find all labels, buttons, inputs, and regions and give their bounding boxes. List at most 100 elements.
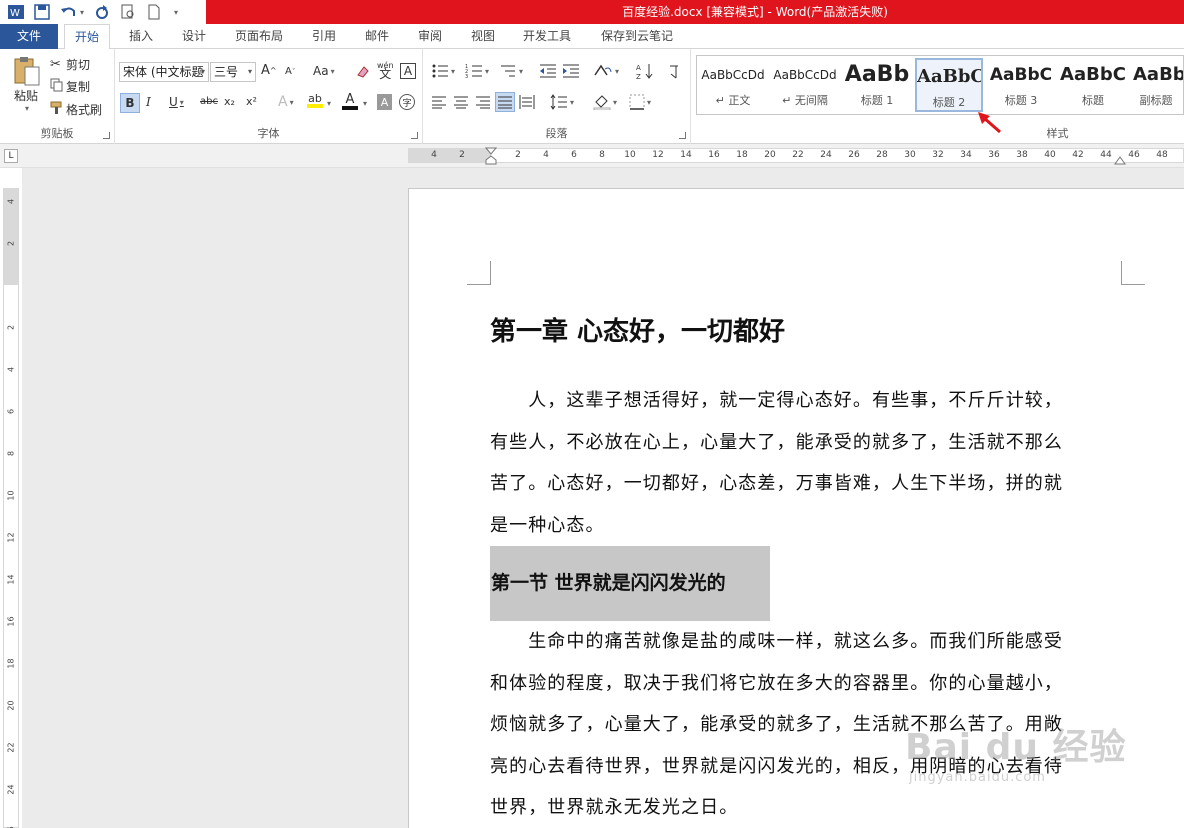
font-color-button[interactable]: A — [342, 93, 358, 110]
customize-qat-icon[interactable]: ▾ — [170, 2, 180, 22]
heading-chapter-1[interactable]: 第一章 心态好，一切都好 — [490, 312, 785, 352]
cut-button[interactable]: ✂ 剪切 — [50, 56, 90, 73]
tab-home[interactable]: 开始 — [64, 24, 111, 50]
align-left-button[interactable] — [431, 95, 447, 109]
paragraph-1[interactable]: 人，这辈子想活得好，就一定得心态好。有些事，不斤斤计较， 有些人，不必放在心上，… — [490, 380, 1120, 546]
first-line-indent-marker-icon[interactable] — [485, 147, 497, 165]
enclose-characters-button[interactable]: 字 — [399, 94, 415, 110]
font-family-select[interactable]: 宋体 (中文标题 ▾ — [119, 62, 209, 82]
font-color-dropdown-icon[interactable]: ▾ — [363, 99, 367, 108]
highlight-icon: ab — [308, 92, 322, 105]
italic-button[interactable]: I — [146, 95, 151, 109]
ruler-tick-label: 32 — [932, 150, 944, 160]
paragraph-group-label: 段落 — [545, 127, 568, 140]
crop-mark-top-right — [1121, 261, 1145, 285]
ribbon: 粘贴 ▾ ✂ 剪切 复制 格式刷 剪贴板 宋体 (中文标题 ▾ 三号 ▾ A ^… — [0, 49, 1184, 144]
heading-section-1-selected[interactable]: 第一节 世界就是闪闪发光的 — [490, 546, 770, 621]
horizontal-ruler-strip[interactable]: 4 2 2 4 6 8 10 12 14 16 18 20 22 24 26 28 30 32 34 36 38 40 42… — [408, 147, 1184, 165]
increase-indent-button[interactable] — [562, 63, 580, 79]
strikethrough-button[interactable]: abc — [200, 96, 218, 107]
font-launcher-icon[interactable] — [411, 132, 418, 139]
clipboard-launcher-icon[interactable] — [103, 132, 110, 139]
style-subtitle[interactable]: AaBb 副标题 — [1129, 58, 1183, 112]
style-title[interactable]: AaBbC 标题 — [1059, 58, 1127, 112]
paste-icon — [14, 57, 40, 86]
shrink-font-button[interactable]: Aˇ — [285, 66, 295, 77]
paste-button[interactable]: 粘贴 ▾ — [8, 55, 44, 113]
show-marks-button[interactable] — [667, 62, 681, 80]
style-heading-1-sample: AaBb — [844, 62, 910, 87]
style-no-spacing[interactable]: AaBbCcDd ↵ 无间隔 — [771, 58, 839, 112]
multilevel-list-icon — [501, 65, 515, 77]
align-center-button[interactable] — [453, 95, 469, 109]
font-size-value: 三号 — [214, 65, 239, 79]
numbering-button[interactable]: 1 2 3 ▾ — [465, 63, 489, 79]
clear-formatting-button[interactable] — [355, 63, 371, 79]
copy-button[interactable]: 复制 — [50, 78, 90, 95]
tab-save-to-cloud-notes[interactable]: 保存到云笔记 — [601, 24, 673, 49]
font-size-select[interactable]: 三号 ▾ — [210, 62, 256, 82]
tab-review[interactable]: 审阅 — [418, 24, 442, 49]
redo-icon[interactable] — [92, 2, 112, 22]
style-heading-3[interactable]: AaBbC 标题 3 — [987, 58, 1055, 112]
bullets-button[interactable]: ▾ — [431, 63, 455, 79]
vertical-ruler-tick-label: 4 — [6, 198, 16, 205]
paragraph-shading-button[interactable]: ▾ — [593, 94, 617, 110]
tab-references[interactable]: 引用 — [312, 24, 336, 49]
underline-button[interactable]: U ▾ — [169, 95, 184, 109]
tab-view[interactable]: 视图 — [471, 24, 495, 49]
borders-icon — [629, 94, 645, 110]
grow-font-button[interactable]: A ^ — [261, 63, 277, 78]
save-icon[interactable] — [32, 2, 52, 22]
style-normal[interactable]: AaBbCcDd ↵ 正文 — [699, 58, 767, 112]
format-painter-button[interactable]: 格式刷 — [50, 101, 102, 118]
enclose-characters-icon: 字 — [402, 98, 412, 109]
tab-developer[interactable]: 开发工具 — [523, 24, 571, 49]
style-heading-2[interactable]: AaBbC 标题 2 — [915, 58, 983, 112]
tab-mailings[interactable]: 邮件 — [365, 24, 389, 49]
vertical-ruler[interactable]: 422468101214161820222426 — [3, 188, 19, 828]
quick-access-toolbar: W ▾ ▾ — [0, 0, 206, 24]
paste-dropdown-icon[interactable]: ▾ — [25, 104, 29, 113]
character-border-button[interactable]: A — [400, 63, 416, 79]
bold-button[interactable]: B — [120, 93, 140, 113]
paragraph-1-line: 有些人，不必放在心上，心量大了，能承受的就多了，生活就不那么 — [490, 431, 1063, 453]
chinese-layout-button[interactable]: ▾ — [593, 63, 619, 79]
highlight-button[interactable]: ab — [307, 93, 323, 108]
paragraph-launcher-icon[interactable] — [679, 132, 686, 139]
borders-button[interactable]: ▾ — [629, 94, 651, 110]
line-spacing-button[interactable]: ▾ — [550, 94, 574, 110]
increase-indent-icon — [563, 64, 579, 78]
distributed-button[interactable] — [519, 94, 535, 110]
multilevel-list-button[interactable]: ▾ — [499, 63, 523, 79]
character-shading-button[interactable]: A — [377, 94, 392, 110]
undo-icon[interactable]: ▾ — [58, 2, 86, 22]
tab-selector[interactable]: L — [4, 149, 18, 163]
decrease-indent-button[interactable] — [539, 63, 557, 79]
superscript-button[interactable]: x² — [246, 95, 257, 108]
print-preview-icon[interactable] — [118, 2, 138, 22]
phonetic-guide-button[interactable]: wén 文 — [377, 61, 394, 80]
svg-text:3: 3 — [465, 74, 468, 79]
tab-page-layout[interactable]: 页面布局 — [235, 24, 283, 49]
justify-button[interactable] — [495, 92, 515, 112]
right-indent-marker-icon[interactable] — [1114, 155, 1126, 165]
subscript-button[interactable]: x₂ — [224, 95, 235, 108]
style-normal-name: ↵ 正文 — [715, 94, 751, 107]
change-case-button[interactable]: Aa ▾ — [313, 64, 335, 78]
style-heading-1[interactable]: AaBb 标题 1 — [843, 58, 911, 112]
tab-file[interactable]: 文件 — [0, 24, 58, 49]
highlight-dropdown-icon[interactable]: ▾ — [327, 99, 331, 108]
ruler-tick-label: 26 — [848, 150, 860, 160]
tab-design[interactable]: 设计 — [182, 24, 206, 49]
style-heading-2-name: 标题 2 — [932, 96, 966, 109]
strikethrough-icon: abc — [200, 96, 218, 107]
sort-icon: AZ — [636, 64, 653, 80]
text-effects-button[interactable]: A ▾ — [278, 94, 294, 110]
horizontal-ruler: L 4 2 2 4 6 8 10 12 14 16 18 20 22 24 26 28 30 32 34 36 38 40… — [0, 144, 1184, 168]
align-right-button[interactable] — [475, 95, 491, 109]
sort-button[interactable]: AZ — [636, 62, 654, 80]
ruler-tick-label: 38 — [1016, 150, 1028, 160]
new-document-icon[interactable] — [144, 2, 164, 22]
tab-insert[interactable]: 插入 — [129, 24, 153, 49]
